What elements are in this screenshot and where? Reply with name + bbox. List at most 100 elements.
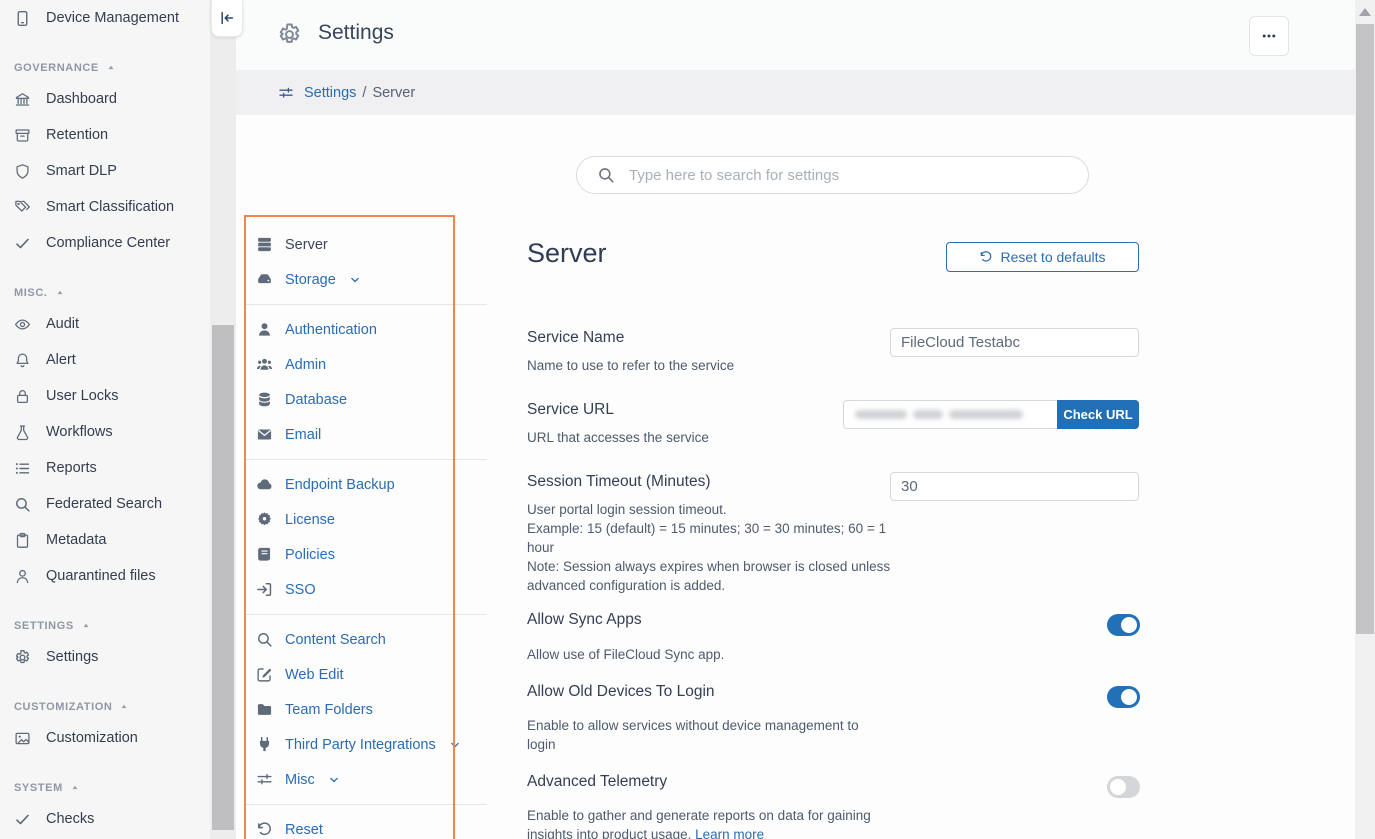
sidebar-sections: GOVERNANCE Dashboard Retention Smart DLP… bbox=[0, 36, 210, 839]
toggle-knob bbox=[1121, 689, 1137, 705]
sidebar-item-compliance-center[interactable]: Compliance Center bbox=[0, 225, 210, 261]
settings-nav-item-label: Web Edit bbox=[285, 667, 344, 683]
allow-old-devices-toggle[interactable] bbox=[1107, 686, 1140, 708]
settings-nav-item-team-folders[interactable]: Team Folders bbox=[244, 692, 487, 727]
sidebar-section-title: SYSTEM bbox=[14, 782, 63, 794]
collapse-triangle-icon bbox=[81, 621, 91, 631]
sidebar-item-quarantined-files[interactable]: Quarantined files bbox=[0, 558, 210, 594]
sidebar-item-label: Retention bbox=[46, 127, 108, 143]
collapse-sidebar-button[interactable] bbox=[211, 0, 243, 37]
collapse-triangle-icon bbox=[119, 702, 129, 712]
sidebar-item-label: Federated Search bbox=[46, 496, 162, 512]
settings-nav-item-admin[interactable]: Admin bbox=[244, 347, 487, 382]
check-url-button[interactable]: Check URL bbox=[1057, 400, 1139, 429]
redacted-value-blur bbox=[913, 410, 943, 419]
service-name-input[interactable] bbox=[890, 328, 1139, 357]
settings-nav-item-label: Team Folders bbox=[285, 702, 373, 718]
cloud-icon bbox=[256, 476, 273, 493]
sidebar-item-smart-classification[interactable]: Smart Classification bbox=[0, 189, 210, 225]
settings-nav-item-sso[interactable]: SSO bbox=[244, 572, 487, 607]
page-header-title: Settings bbox=[318, 21, 394, 45]
sidebar-item-label: Smart Classification bbox=[46, 199, 174, 215]
nav-divider bbox=[244, 297, 487, 312]
service-url-help: URL that accesses the service bbox=[527, 428, 709, 447]
sidebar-item-customization[interactable]: Customization bbox=[0, 720, 210, 756]
filecloud-admin-settings-screen: Device Management GOVERNANCE Dashboard R… bbox=[0, 0, 1375, 839]
search-input[interactable] bbox=[627, 166, 1074, 185]
sidebar-item-user-locks[interactable]: User Locks bbox=[0, 378, 210, 414]
sidebar-item-label: Quarantined files bbox=[46, 568, 156, 584]
settings-nav-item-content-search[interactable]: Content Search bbox=[244, 622, 487, 657]
settings-nav-item-policies[interactable]: Policies bbox=[244, 537, 487, 572]
settings-nav-item-label: Database bbox=[285, 392, 347, 408]
settings-nav-item-database[interactable]: Database bbox=[244, 382, 487, 417]
envelope-icon bbox=[256, 426, 273, 443]
badge-icon bbox=[256, 511, 273, 528]
settings-nav-item-authentication[interactable]: Authentication bbox=[244, 312, 487, 347]
sidebar-section-customization[interactable]: CUSTOMIZATION bbox=[0, 675, 210, 720]
more-options-button[interactable] bbox=[1249, 16, 1289, 56]
settings-nav-item-endpoint-backup[interactable]: Endpoint Backup bbox=[244, 467, 487, 502]
settings-nav-item-storage[interactable]: Storage bbox=[244, 262, 487, 297]
sidebar-item-retention[interactable]: Retention bbox=[0, 117, 210, 153]
sidebar-section-governance[interactable]: GOVERNANCE bbox=[0, 36, 210, 81]
service-url-input[interactable] bbox=[843, 400, 1057, 429]
sidebar-section-settings[interactable]: SETTINGS bbox=[0, 594, 210, 639]
bell-icon bbox=[14, 352, 31, 369]
sidebar-item-reports[interactable]: Reports bbox=[0, 450, 210, 486]
sidebar-item-metadata[interactable]: Metadata bbox=[0, 522, 210, 558]
reset-to-defaults-button[interactable]: Reset to defaults bbox=[946, 242, 1139, 272]
sidebar-section-title: GOVERNANCE bbox=[14, 62, 99, 74]
sidebar-item-workflows[interactable]: Workflows bbox=[0, 414, 210, 450]
sidebar-item-label: Metadata bbox=[46, 532, 106, 548]
scroll-up-arrow-icon[interactable] bbox=[1359, 8, 1371, 16]
sidebar-item-dashboard[interactable]: Dashboard bbox=[0, 81, 210, 117]
service-name-label: Service Name bbox=[527, 329, 624, 347]
sidebar-item-label: Device Management bbox=[46, 10, 179, 26]
sidebar-item-smart-dlp[interactable]: Smart DLP bbox=[0, 153, 210, 189]
settings-nav-item-reset[interactable]: Reset bbox=[244, 812, 487, 839]
settings-nav-item-license[interactable]: License bbox=[244, 502, 487, 537]
sidebar-item-alert[interactable]: Alert bbox=[0, 342, 210, 378]
session-timeout-input[interactable] bbox=[890, 472, 1139, 501]
sidebar-item-label: Customization bbox=[46, 730, 138, 746]
sidebar-item-audit[interactable]: Audit bbox=[0, 306, 210, 342]
sidebar-item-label: Smart DLP bbox=[46, 163, 117, 179]
sidebar-scrollbar-thumb[interactable] bbox=[212, 325, 234, 830]
sidebar-item-checks[interactable]: Checks bbox=[0, 801, 210, 837]
settings-nav-item-label: Policies bbox=[285, 547, 335, 563]
sidebar-section-system[interactable]: SYSTEM bbox=[0, 756, 210, 801]
image-icon bbox=[14, 730, 31, 747]
breadcrumb-settings-link[interactable]: Settings bbox=[304, 85, 356, 101]
sidebar-section-misc[interactable]: MISC. bbox=[0, 261, 210, 306]
main-scrollbar-thumb[interactable] bbox=[1356, 24, 1374, 634]
settings-nav-item-web-edit[interactable]: Web Edit bbox=[244, 657, 487, 692]
session-timeout-label: Session Timeout (Minutes) bbox=[527, 473, 711, 491]
sliders-icon bbox=[278, 85, 294, 101]
service-url-label: Service URL bbox=[527, 401, 614, 419]
collapse-triangle-icon bbox=[106, 63, 116, 73]
main-scrollbar[interactable] bbox=[1355, 0, 1375, 839]
collapse-triangle-icon bbox=[55, 288, 65, 298]
settings-nav-item-misc[interactable]: Misc bbox=[244, 762, 487, 797]
settings-nav-item-server[interactable]: Server bbox=[244, 227, 487, 262]
page-header: Settings bbox=[236, 0, 1355, 70]
settings-nav-item-label: Third Party Integrations bbox=[285, 737, 436, 753]
sidebar-item-federated-search[interactable]: Federated Search bbox=[0, 486, 210, 522]
sidebar-item-label: Checks bbox=[46, 811, 94, 827]
settings-nav-item-third-party-integrations[interactable]: Third Party Integrations bbox=[244, 727, 487, 762]
settings-nav-item-label: Content Search bbox=[285, 632, 386, 648]
sidebar-item-label: Alert bbox=[46, 352, 76, 368]
sidebar-section-title: SETTINGS bbox=[14, 620, 74, 632]
sidebar-item-device-management[interactable]: Device Management bbox=[0, 0, 210, 36]
settings-nav-item-email[interactable]: Email bbox=[244, 417, 487, 452]
chevron-down-icon bbox=[349, 274, 361, 286]
sidebar-item-settings[interactable]: Settings bbox=[0, 639, 210, 675]
advanced-telemetry-toggle[interactable] bbox=[1107, 776, 1140, 798]
learn-more-link[interactable]: Learn more bbox=[695, 827, 764, 839]
allow-sync-apps-toggle[interactable] bbox=[1107, 614, 1140, 636]
sidebar-scrollbar[interactable] bbox=[210, 0, 236, 839]
sidebar-section-title: CUSTOMIZATION bbox=[14, 701, 112, 713]
breadcrumb-current: Server bbox=[372, 85, 415, 101]
bank-icon bbox=[14, 91, 31, 108]
